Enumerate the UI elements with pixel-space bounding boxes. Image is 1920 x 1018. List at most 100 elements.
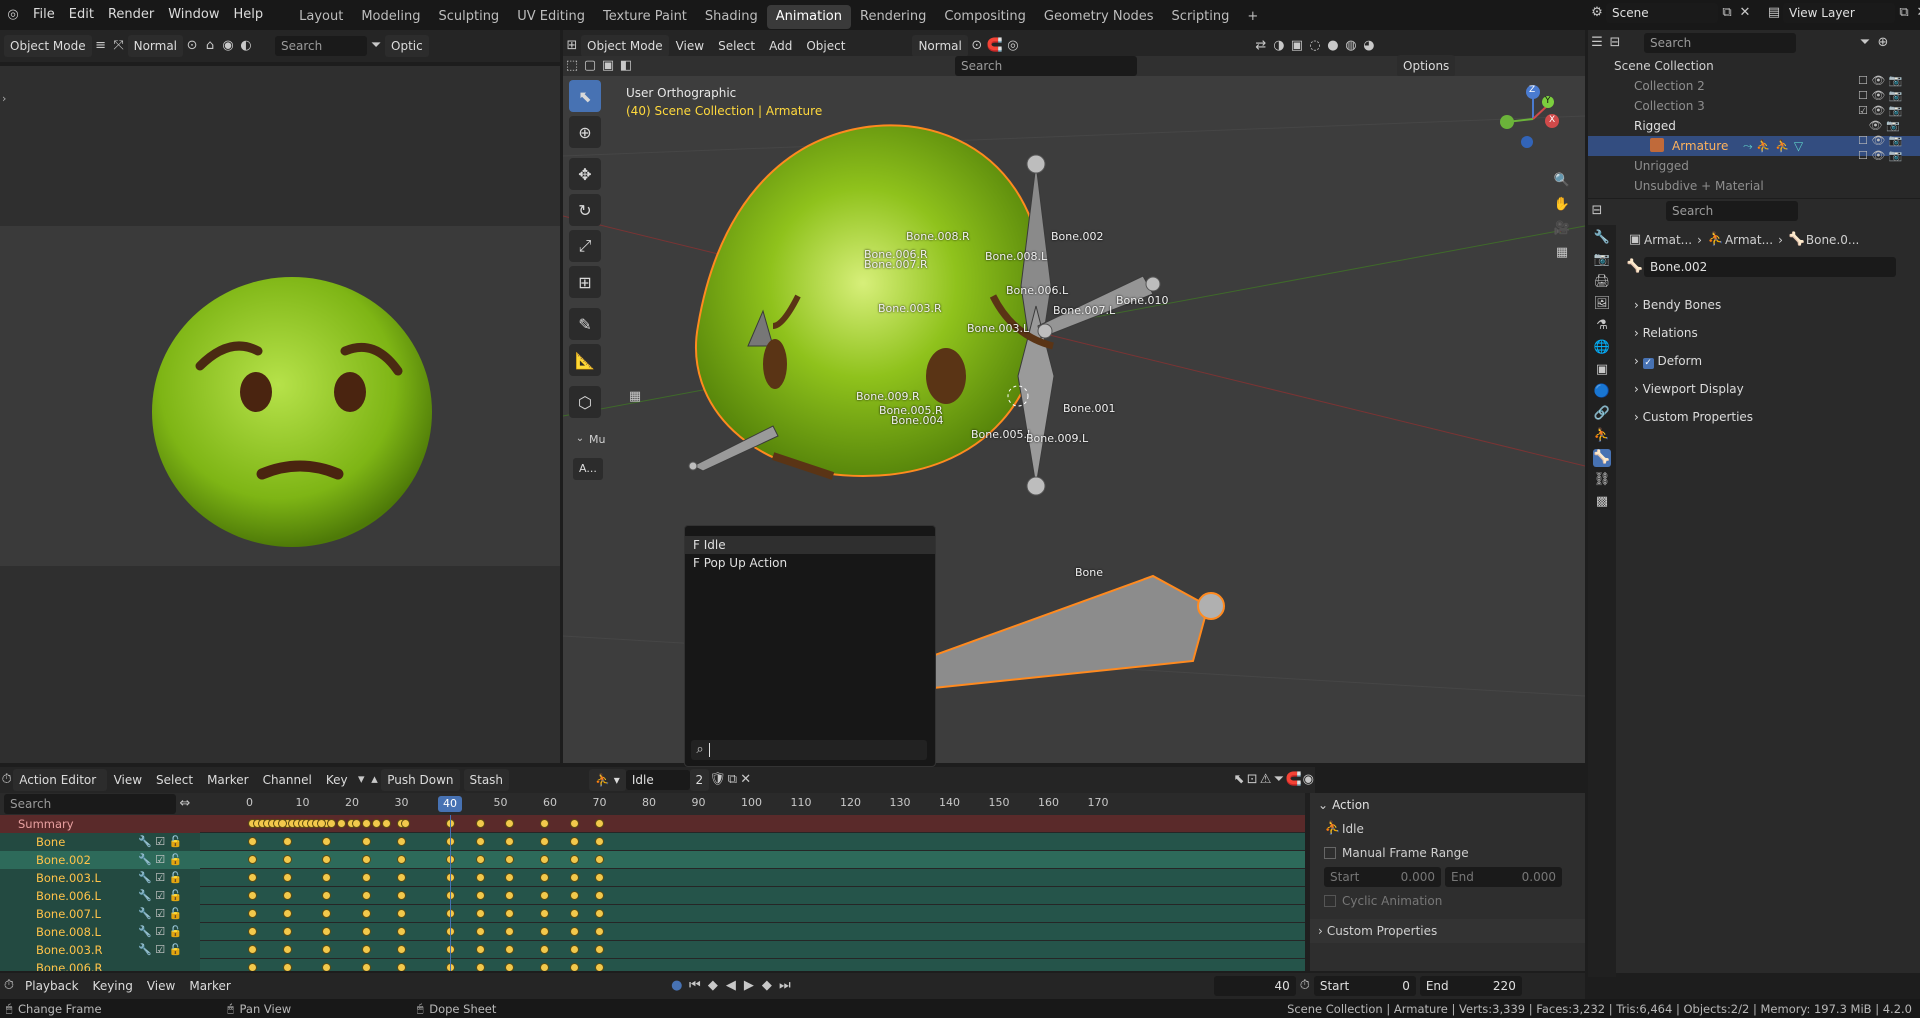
timeline-editor-icon[interactable]: ⏱ <box>0 977 18 995</box>
dope-menu-marker[interactable]: Marker <box>200 767 255 793</box>
fake-user-shield-icon[interactable]: 🛡 <box>709 771 726 789</box>
editor-mode-dropdown[interactable]: Action Editor <box>13 769 107 791</box>
visibility-toggle-icon[interactable]: ☐ 👁 📷 <box>1858 149 1903 162</box>
annotate-tool-icon[interactable]: ✎ <box>569 308 601 340</box>
select-mode-subtract-icon[interactable]: ◧ <box>617 57 635 75</box>
keyframe-marker[interactable] <box>322 909 332 918</box>
bone-name-field[interactable]: Bone.002 <box>1644 257 1896 277</box>
start-frame-field[interactable]: Start 0 <box>1313 976 1416 996</box>
tab-sculpting[interactable]: Sculpting <box>429 5 508 29</box>
snap-icon[interactable]: ⌂ <box>201 37 219 55</box>
left-orientation-dropdown[interactable]: Normal <box>127 35 184 57</box>
channel-toggle-icon[interactable]: 🔧 ☑ 🔓 <box>138 869 182 887</box>
menu-render[interactable]: Render <box>101 0 161 30</box>
keyframe-marker[interactable] <box>569 909 579 918</box>
keyframe-marker[interactable] <box>282 927 292 936</box>
keyframe-marker[interactable] <box>282 963 292 971</box>
constraints-tab-icon[interactable]: 🔗 <box>1593 405 1611 423</box>
keyframe-marker[interactable] <box>322 891 332 900</box>
keyframe-marker[interactable] <box>505 909 515 918</box>
keyframe-marker[interactable] <box>337 819 347 828</box>
keyframe-marker[interactable] <box>475 837 485 846</box>
bone-label-root[interactable]: Bone <box>1075 566 1103 579</box>
keyframe-marker[interactable] <box>322 963 332 971</box>
rotate-tool-icon[interactable]: ↻ <box>569 194 601 226</box>
manual-range-checkbox[interactable] <box>1324 847 1336 859</box>
bone-tab-icon[interactable]: 🦴 <box>1593 449 1611 467</box>
viewport-orientation-dropdown[interactable]: Normal <box>912 35 968 57</box>
add-cube-tool-icon[interactable]: ⬡ <box>569 386 601 418</box>
keyframe-marker[interactable] <box>248 855 257 864</box>
dope-editor-type-icon[interactable]: ⏱ <box>0 771 13 789</box>
cyclic-checkbox[interactable] <box>1324 895 1336 907</box>
viewport-search-input[interactable]: Search <box>955 56 1137 76</box>
keyframe-marker[interactable] <box>396 945 406 954</box>
transform-orientation-icon[interactable]: ⤧ <box>110 37 128 55</box>
unlink-action-icon[interactable]: ✕ <box>739 771 752 789</box>
tab-texture-paint[interactable]: Texture Paint <box>594 5 696 29</box>
select-mode-new-icon[interactable]: ▢ <box>581 57 599 75</box>
outliner-root[interactable]: Scene Collection <box>1588 56 1920 76</box>
keyframe-marker[interactable] <box>594 963 604 971</box>
left-mode-dropdown[interactable]: Object Mode <box>4 35 92 57</box>
keyframe-marker[interactable] <box>475 819 485 828</box>
remove-scene-icon[interactable]: ✕ <box>1736 4 1754 22</box>
next-keyframe-icon[interactable]: ◆ <box>758 977 776 995</box>
breadcrumb-armature-data[interactable]: Armat... <box>1725 233 1773 247</box>
panel-deform[interactable]: › ✓ Deform <box>1622 348 1916 374</box>
grid-toggle-icon[interactable]: ▦ <box>1553 244 1571 262</box>
keyframe-marker[interactable] <box>540 927 550 936</box>
visibility-toggle-icon[interactable]: ☐ 👁 📷 <box>1858 74 1903 87</box>
keyframe-marker[interactable] <box>401 819 411 828</box>
keyframe-marker[interactable] <box>540 873 550 882</box>
menu-file[interactable]: File <box>26 0 62 30</box>
keyframe-marker[interactable] <box>322 873 332 882</box>
play-reverse-icon[interactable]: ◀ <box>722 977 740 995</box>
keyframe-marker[interactable] <box>361 927 371 936</box>
custom-props-section[interactable]: › Custom Properties <box>1310 919 1585 943</box>
keyframe-marker[interactable] <box>594 945 604 954</box>
add-workspace-button[interactable]: + <box>1238 5 1267 29</box>
preview-range-icon[interactable]: ⏱ <box>1296 977 1314 995</box>
keyframe-marker[interactable] <box>361 945 371 954</box>
keyframe-marker[interactable] <box>569 945 579 954</box>
keyframe-marker[interactable] <box>371 819 381 828</box>
keyframe-marker[interactable] <box>475 855 485 864</box>
shading-rendered-icon[interactable]: ◕ <box>1360 37 1378 55</box>
keyframe-marker[interactable] <box>540 963 550 971</box>
dope-filter-icon[interactable]: ⏷ <box>1272 771 1285 789</box>
breadcrumb-bone[interactable]: Bone.0... <box>1806 233 1859 247</box>
new-scene-icon[interactable]: ⧉ <box>1718 4 1736 22</box>
keyframe-marker[interactable] <box>351 819 361 828</box>
stash-button[interactable]: Stash <box>463 769 510 791</box>
keyframe-marker[interactable] <box>282 909 292 918</box>
checker-icon[interactable]: ▦ <box>626 388 644 406</box>
duplicate-action-icon[interactable]: ⧉ <box>726 771 739 789</box>
keyframe-marker[interactable] <box>396 927 406 936</box>
tab-shading[interactable]: Shading <box>696 5 767 29</box>
keyframe-marker[interactable] <box>540 837 550 846</box>
keyframe-marker[interactable] <box>381 819 391 828</box>
timeline-menu-view[interactable]: View <box>140 973 182 999</box>
manual-range-row[interactable]: Manual Frame Range <box>1310 841 1585 865</box>
keyframe-marker[interactable] <box>505 855 515 864</box>
shading-material-icon[interactable]: ◍ <box>1342 37 1360 55</box>
channel-toggle-icon[interactable]: 🔧 ☑ 🔓 <box>138 923 182 941</box>
panel-viewport-display[interactable]: › Viewport Display <box>1622 376 1916 402</box>
keyframe-marker[interactable] <box>282 945 292 954</box>
bone-label-006l[interactable]: Bone.006.L <box>1006 284 1068 297</box>
keyframe-marker[interactable] <box>505 945 515 954</box>
tab-rendering[interactable]: Rendering <box>851 5 935 29</box>
keyframe-marker[interactable] <box>282 891 292 900</box>
current-frame-field[interactable]: 40 <box>1213 976 1296 996</box>
keyframe-marker[interactable] <box>569 837 579 846</box>
deform-checkbox[interactable]: ✓ <box>1642 358 1654 369</box>
hamburger-icon[interactable]: ≡ <box>92 37 110 55</box>
action-users-count[interactable]: 2 <box>689 769 710 791</box>
bone-label-004[interactable]: Bone.004 <box>891 414 944 427</box>
outliner-search-input[interactable]: Search <box>1644 33 1796 53</box>
keyframe-marker[interactable] <box>361 963 371 971</box>
bone-label-003r[interactable]: Bone.003.R <box>878 302 942 315</box>
chevron-down-icon[interactable]: ⌄ <box>571 430 589 448</box>
bone-label-010[interactable]: Bone.010 <box>1116 294 1169 307</box>
